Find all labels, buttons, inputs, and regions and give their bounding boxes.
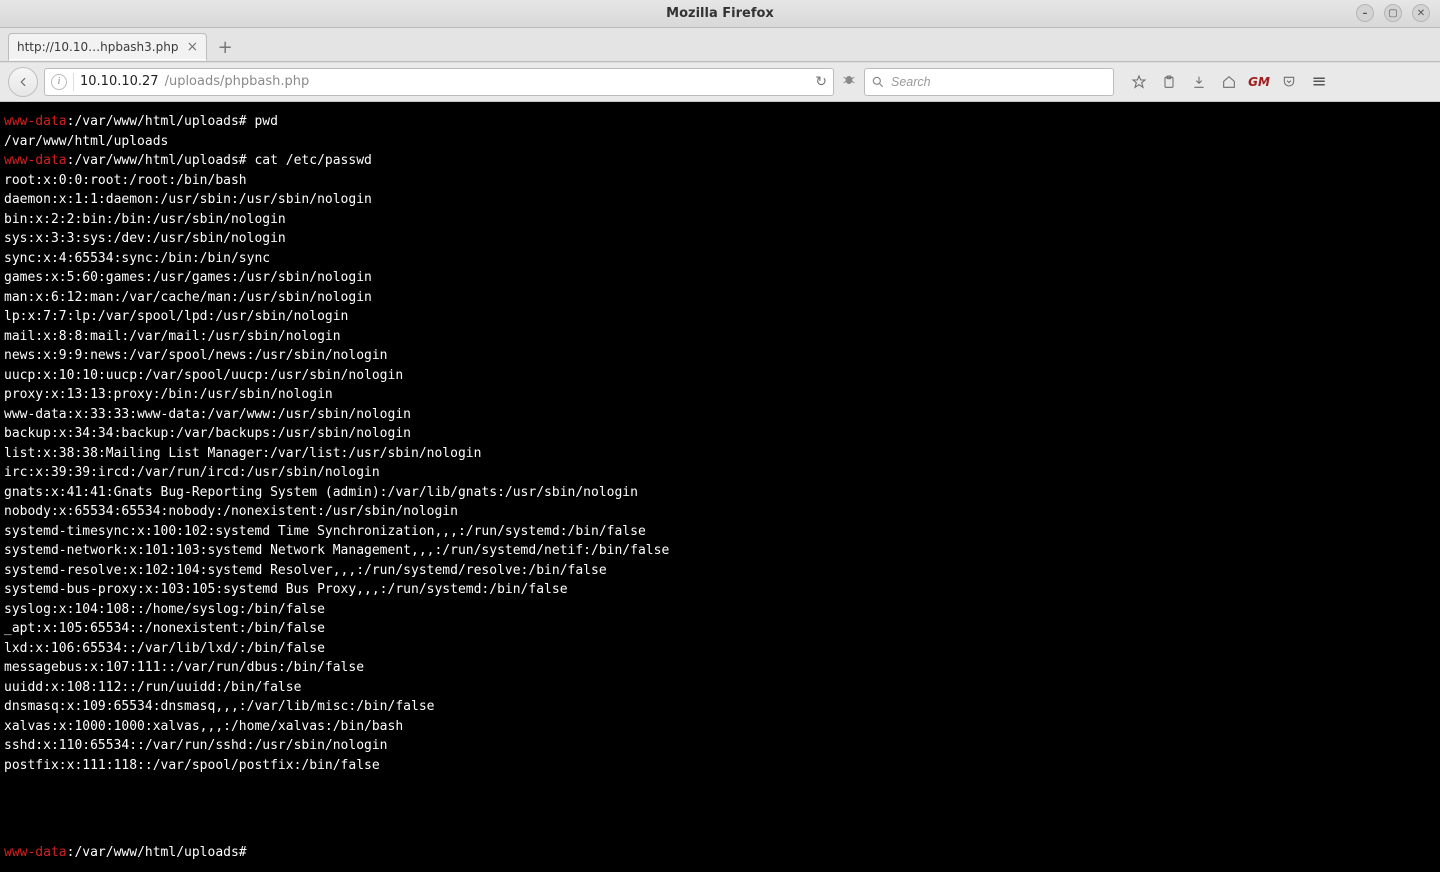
terminal-output-line: news:x:9:9:news:/var/spool/news:/usr/sbi…	[4, 346, 1436, 366]
identity-icon[interactable]: i	[51, 74, 67, 90]
tab-strip: http://10.10…hpbash3.php × +	[0, 28, 1440, 62]
terminal-output-line: www-data:x:33:33:www-data:/var/www:/usr/…	[4, 405, 1436, 425]
bookmark-star-icon[interactable]	[1130, 73, 1148, 91]
terminal-output-line: gnats:x:41:41:Gnats Bug-Reporting System…	[4, 483, 1436, 503]
terminal-output-line: messagebus:x:107:111::/var/run/dbus:/bin…	[4, 658, 1436, 678]
menu-button[interactable]: ≡	[1310, 73, 1328, 91]
window-titlebar: Mozilla Firefox – ▢ ✕	[0, 0, 1440, 28]
search-bar[interactable]	[864, 68, 1114, 96]
home-icon[interactable]	[1220, 73, 1238, 91]
url-bar[interactable]: i 10.10.10.27/uploads/phpbash.php ↻	[44, 68, 834, 96]
terminal-output-line: xalvas:x:1000:1000:xalvas,,,:/home/xalva…	[4, 717, 1436, 737]
terminal-output-line: dnsmasq:x:109:65534:dnsmasq,,,:/var/lib/…	[4, 697, 1436, 717]
url-separator	[73, 73, 74, 91]
terminal-output-line: _apt:x:105:65534::/nonexistent:/bin/fals…	[4, 619, 1436, 639]
terminal-prompt-line: www-data:/var/www/html/uploads# cat /etc…	[4, 151, 1436, 171]
terminal-output-line: lp:x:7:7:lp:/var/spool/lpd:/usr/sbin/nol…	[4, 307, 1436, 327]
toolbar-icon-group: GM ≡	[1120, 73, 1332, 91]
minimize-icon: –	[1363, 8, 1368, 19]
terminal-output-line: irc:x:39:39:ircd:/var/run/ircd:/usr/sbin…	[4, 463, 1436, 483]
greasemonkey-icon[interactable]: GM	[1250, 73, 1268, 91]
url-path: /uploads/phpbash.php	[165, 74, 310, 89]
terminal-output-line: systemd-bus-proxy:x:103:105:systemd Bus …	[4, 580, 1436, 600]
window-minimize-button[interactable]: –	[1356, 4, 1374, 22]
nav-toolbar: i 10.10.10.27/uploads/phpbash.php ↻ GM ≡	[0, 62, 1440, 102]
clipboard-icon[interactable]	[1160, 73, 1178, 91]
terminal-output-line: backup:x:34:34:backup:/var/backups:/usr/…	[4, 424, 1436, 444]
search-input[interactable]	[891, 75, 1107, 89]
browser-tab[interactable]: http://10.10…hpbash3.php ×	[8, 33, 207, 61]
window-close-button[interactable]: ✕	[1412, 4, 1430, 22]
terminal-output-line: sshd:x:110:65534::/var/run/sshd:/usr/sbi…	[4, 736, 1436, 756]
url-input[interactable]	[315, 74, 809, 89]
new-tab-button[interactable]: +	[213, 35, 237, 59]
terminal-output-line: systemd-network:x:101:103:systemd Networ…	[4, 541, 1436, 561]
terminal-page[interactable]: www-data:/var/www/html/uploads# pwd/var/…	[0, 102, 1440, 872]
terminal-prompt-line: www-data:/var/www/html/uploads# pwd	[4, 112, 1436, 132]
arrow-left-icon	[16, 75, 30, 89]
bug-icon[interactable]	[840, 72, 858, 92]
terminal-output-line: daemon:x:1:1:daemon:/usr/sbin:/usr/sbin/…	[4, 190, 1436, 210]
terminal-output: www-data:/var/www/html/uploads# pwd/var/…	[4, 112, 1436, 868]
terminal-output-line: /var/www/html/uploads	[4, 132, 1436, 152]
terminal-output-line: lxd:x:106:65534::/var/lib/lxd/:/bin/fals…	[4, 639, 1436, 659]
plus-icon: +	[218, 37, 233, 58]
pocket-icon[interactable]	[1280, 73, 1298, 91]
terminal-output-line: uucp:x:10:10:uucp:/var/spool/uucp:/usr/s…	[4, 366, 1436, 386]
search-icon	[871, 75, 885, 89]
maximize-icon: ▢	[1388, 8, 1397, 19]
terminal-output-line: systemd-resolve:x:102:104:systemd Resolv…	[4, 561, 1436, 581]
download-icon[interactable]	[1190, 73, 1208, 91]
terminal-output-line: games:x:5:60:games:/usr/games:/usr/sbin/…	[4, 268, 1436, 288]
terminal-output-line: bin:x:2:2:bin:/bin:/usr/sbin/nologin	[4, 210, 1436, 230]
terminal-output-line: root:x:0:0:root:/root:/bin/bash	[4, 171, 1436, 191]
terminal-output-line: sys:x:3:3:sys:/dev:/usr/sbin/nologin	[4, 229, 1436, 249]
tab-label: http://10.10…hpbash3.php	[17, 40, 178, 54]
terminal-output-line: syslog:x:104:108::/home/syslog:/bin/fals…	[4, 600, 1436, 620]
terminal-output-line: sync:x:4:65534:sync:/bin:/bin/sync	[4, 249, 1436, 269]
terminal-input-row[interactable]: www-data:/var/www/html/uploads#	[4, 843, 1436, 863]
terminal-output-line: systemd-timesync:x:100:102:systemd Time …	[4, 522, 1436, 542]
window-title: Mozilla Firefox	[666, 6, 774, 21]
terminal-output-line: list:x:38:38:Mailing List Manager:/var/l…	[4, 444, 1436, 464]
terminal-output-line: nobody:x:65534:65534:nobody:/nonexistent…	[4, 502, 1436, 522]
terminal-output-line: postfix:x:111:118::/var/spool/postfix:/b…	[4, 756, 1436, 776]
terminal-prompt: www-data:/var/www/html/uploads#	[4, 843, 247, 863]
terminal-output-line: uuidd:x:108:112::/run/uuidd:/bin/false	[4, 678, 1436, 698]
back-button[interactable]	[8, 67, 38, 97]
close-icon: ✕	[1417, 8, 1425, 19]
window-maximize-button[interactable]: ▢	[1384, 4, 1402, 22]
url-host: 10.10.10.27	[80, 74, 159, 89]
terminal-output-line: mail:x:8:8:mail:/var/mail:/usr/sbin/nolo…	[4, 327, 1436, 347]
tab-close-button[interactable]: ×	[186, 40, 198, 54]
terminal-output-line: man:x:6:12:man:/var/cache/man:/usr/sbin/…	[4, 288, 1436, 308]
reload-button[interactable]: ↻	[815, 74, 827, 90]
terminal-output-line: proxy:x:13:13:proxy:/bin:/usr/sbin/nolog…	[4, 385, 1436, 405]
